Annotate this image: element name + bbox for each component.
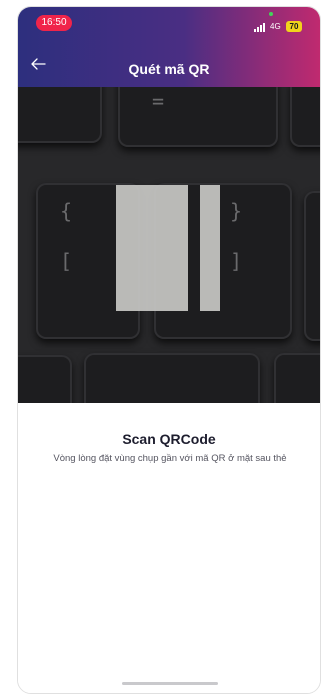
- scan-title: Scan QRCode: [122, 431, 216, 447]
- scan-instructions-panel: Scan QRCode Vòng lòng đặt vùng chụp gần …: [18, 403, 320, 693]
- light-reflection: [116, 185, 188, 311]
- camera-key-top-right: [290, 87, 320, 147]
- page-title: Quét mã QR: [128, 61, 210, 77]
- signal-icon: [254, 22, 268, 32]
- camera-key-bottom-right: [274, 353, 320, 403]
- app-header: 16:50 4G 70 Quét mã QR: [18, 7, 320, 87]
- camera-key-top-left: [18, 87, 102, 143]
- light-reflection-strip: [200, 185, 220, 311]
- camera-key-bottom-middle: [84, 353, 260, 403]
- scan-description: Vòng lòng đặt vùng chụp gần với mã QR ở …: [53, 453, 287, 464]
- phone-screen: 16:50 4G 70 Quét mã QR = { [}] Scan QR…: [17, 6, 321, 694]
- camera-viewfinder: = { [ } ]: [18, 87, 320, 403]
- status-bar: 16:50 4G 70: [18, 7, 320, 33]
- camera-key-top-middle: =: [118, 87, 278, 147]
- status-time: 16:50: [36, 15, 72, 31]
- camera-key-bottom-left: [18, 355, 72, 403]
- network-type: 4G: [270, 22, 281, 31]
- battery-icon: 70: [286, 21, 302, 32]
- camera-key-middle-right: [304, 191, 320, 341]
- home-indicator[interactable]: [122, 682, 218, 685]
- privacy-indicator-dot: [269, 12, 273, 16]
